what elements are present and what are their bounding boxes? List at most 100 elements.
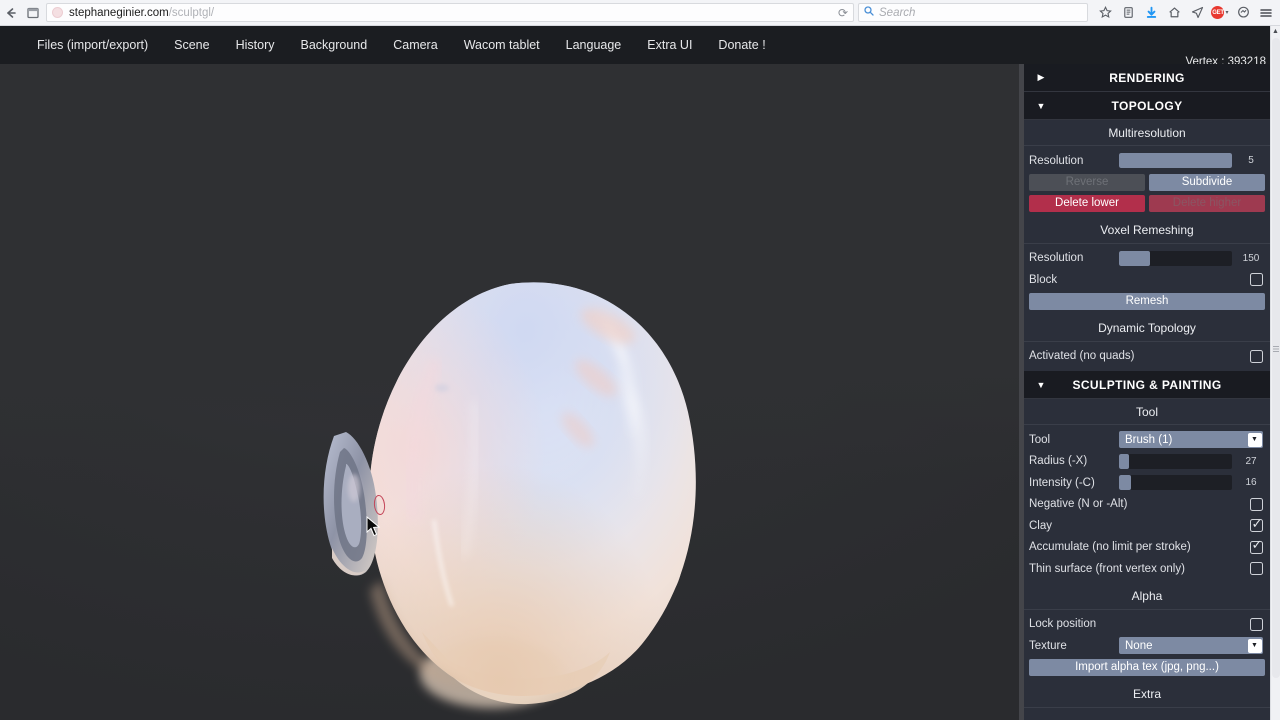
messenger-icon[interactable] <box>1232 2 1254 24</box>
tool-dropdown[interactable]: Brush (1) ▼ <box>1119 431 1263 449</box>
group-label-tool: Tool <box>1024 399 1270 425</box>
group-label-multiresolution: Multiresolution <box>1024 120 1270 146</box>
browser-icon-row: GET ▾ <box>1094 2 1280 24</box>
delete-lower-button[interactable]: Delete lower <box>1029 194 1145 212</box>
row-tool-radius: Radius (-X) 27 <box>1024 451 1270 473</box>
tool-intensity-label: Intensity (-C) <box>1029 476 1095 489</box>
menu-item-history[interactable]: History <box>223 32 288 58</box>
url-bar[interactable]: stephaneginier.com/sculptgl/ ⟳ <box>46 3 854 22</box>
alpha-texture-label: Texture <box>1029 639 1067 652</box>
row-tool-clay: Clay <box>1024 515 1270 537</box>
row-tool-intensity: Intensity (-C) 16 <box>1024 472 1270 494</box>
window-tab-icon[interactable] <box>22 2 44 24</box>
multires-button-row-2: Delete lower Delete higher <box>1024 193 1270 214</box>
row-multires-resolution: Resolution 5 <box>1024 150 1270 172</box>
menu-item-language[interactable]: Language <box>553 32 635 58</box>
tool-selected-value: Brush (1) <box>1125 433 1173 446</box>
share-send-icon[interactable] <box>1186 2 1208 24</box>
scroll-up-arrow-icon[interactable]: ▲ <box>1271 26 1280 37</box>
tool-thin-surface-checkbox[interactable] <box>1250 562 1263 576</box>
menu-item-list: Files (import/export) Scene History Back… <box>0 32 779 58</box>
voxel-resolution-slider[interactable] <box>1119 250 1232 266</box>
section-title-sculpting-painting: SCULPTING & PAINTING <box>1072 377 1222 392</box>
row-alpha-texture: Texture None ▼ <box>1024 635 1270 657</box>
head-sculpt-model[interactable] <box>296 260 736 708</box>
pocket-icon[interactable]: GET ▾ <box>1209 2 1231 24</box>
menu-item-wacom-tablet[interactable]: Wacom tablet <box>451 32 553 58</box>
download-arrow-icon[interactable] <box>1140 2 1162 24</box>
tool-label: Tool <box>1029 433 1051 446</box>
tool-clay-label: Clay <box>1029 519 1053 532</box>
row-tool-accumulate: Accumulate (no limit per stroke) <box>1024 537 1270 559</box>
tool-radius-value: 27 <box>1245 455 1257 467</box>
back-arrow-icon[interactable] <box>0 2 22 24</box>
row-dyntopo-activated: Activated (no quads) <box>1024 346 1270 368</box>
section-title-rendering: RENDERING <box>1109 70 1185 85</box>
menu-item-camera[interactable]: Camera <box>380 32 450 58</box>
chevron-down-icon: ▼ <box>1036 100 1046 111</box>
menu-item-extra-ui[interactable]: Extra UI <box>634 32 705 58</box>
tool-intensity-slider[interactable] <box>1119 475 1232 491</box>
row-voxel-resolution: Resolution 150 <box>1024 248 1270 270</box>
hamburger-menu-icon[interactable] <box>1255 2 1277 24</box>
remesh-button[interactable]: Remesh <box>1029 292 1265 310</box>
menu-item-background[interactable]: Background <box>288 32 381 58</box>
pocket-badge-label: GET <box>1211 6 1225 19</box>
bookmark-star-icon[interactable] <box>1094 2 1116 24</box>
multires-resolution-slider[interactable] <box>1119 153 1232 169</box>
alpha-lock-position-label: Lock position <box>1029 618 1097 631</box>
ear <box>323 432 378 576</box>
row-voxel-block: Block <box>1024 269 1270 291</box>
scrollbar-thumb[interactable] <box>1272 38 1280 678</box>
scrollbar-grip-icon <box>1273 346 1279 353</box>
tool-negative-checkbox[interactable] <box>1250 497 1263 511</box>
subdivide-button[interactable]: Subdivide <box>1149 173 1265 191</box>
site-favicon <box>52 7 63 18</box>
group-label-voxel-remeshing: Voxel Remeshing <box>1024 217 1270 244</box>
mouse-pointer-icon <box>366 515 382 538</box>
alpha-texture-selected-value: None <box>1125 639 1153 652</box>
tool-radius-slider[interactable] <box>1119 453 1232 469</box>
url-host: stephaneginier.com <box>69 6 169 19</box>
menu-item-files[interactable]: Files (import/export) <box>24 32 161 58</box>
search-placeholder-text: Search <box>879 6 916 19</box>
voxel-resolution-value: 150 <box>1242 252 1260 264</box>
multires-button-row-1: Reverse Subdivide <box>1024 172 1270 193</box>
page-scrollbar[interactable]: ▲ <box>1270 26 1280 720</box>
chevron-down-icon: ▼ <box>1247 638 1262 653</box>
group-label-dynamic-topology: Dynamic Topology <box>1024 315 1270 342</box>
search-input[interactable]: Search <box>858 3 1088 22</box>
import-alpha-texture-button[interactable]: Import alpha tex (jpg, png...) <box>1029 658 1265 676</box>
chevron-down-icon: ▼ <box>1036 379 1046 390</box>
row-tool-negative: Negative (N or -Alt) <box>1024 494 1270 516</box>
reverse-button[interactable]: Reverse <box>1029 173 1145 191</box>
section-header-rendering[interactable]: ▶ RENDERING <box>1024 64 1270 92</box>
row-alpha-lock-position: Lock position <box>1024 614 1270 636</box>
browser-toolbar: stephaneginier.com/sculptgl/ ⟳ Search GE… <box>0 0 1280 26</box>
group-label-alpha: Alpha <box>1024 583 1270 610</box>
alpha-texture-dropdown[interactable]: None ▼ <box>1119 637 1263 655</box>
delete-higher-button[interactable]: Delete higher <box>1149 194 1265 212</box>
section-header-topology[interactable]: ▼ TOPOLOGY <box>1024 92 1270 120</box>
viewport-3d[interactable] <box>0 64 1022 720</box>
chevron-right-icon: ▶ <box>1037 72 1045 82</box>
chevron-down-icon: ▼ <box>1247 432 1262 447</box>
menu-item-scene[interactable]: Scene <box>161 32 222 58</box>
tool-thin-surface-label: Thin surface (front vertex only) <box>1029 562 1185 575</box>
menu-item-donate[interactable]: Donate ! <box>705 32 778 58</box>
home-icon[interactable] <box>1163 2 1185 24</box>
url-path: /sculptgl/ <box>168 6 215 19</box>
tool-accumulate-checkbox[interactable] <box>1250 538 1263 554</box>
alpha-lock-position-checkbox[interactable] <box>1250 617 1263 631</box>
tool-accumulate-label: Accumulate (no limit per stroke) <box>1029 541 1191 554</box>
voxel-block-checkbox[interactable] <box>1250 273 1263 287</box>
voxel-block-label: Block <box>1029 273 1058 286</box>
reload-icon[interactable]: ⟳ <box>832 6 848 20</box>
voxel-resolution-label: Resolution <box>1029 252 1084 265</box>
tool-clay-checkbox[interactable] <box>1250 517 1263 533</box>
section-header-sculpting-painting[interactable]: ▼ SCULPTING & PAINTING <box>1024 371 1270 399</box>
reader-list-icon[interactable] <box>1117 2 1139 24</box>
dyntopo-activated-checkbox[interactable] <box>1250 349 1263 363</box>
row-tool-thin-surface: Thin surface (front vertex only) <box>1024 558 1270 580</box>
app-menu-bar: Files (import/export) Scene History Back… <box>0 26 1280 84</box>
